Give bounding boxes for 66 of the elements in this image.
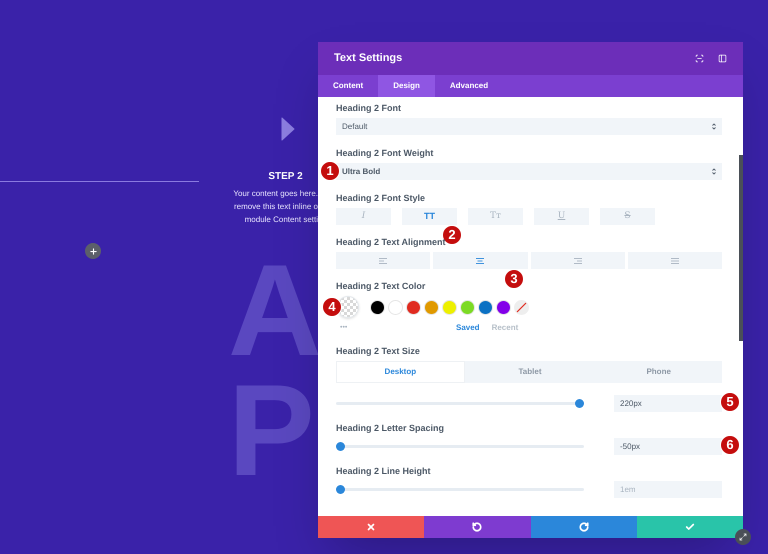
font-style-button[interactable]: I	[336, 208, 391, 225]
tab[interactable]: Content	[318, 75, 378, 97]
no-color-swatch[interactable]	[514, 300, 529, 314]
field-label: Heading 2 Font Style	[336, 193, 426, 204]
body-text-line: module Content setti	[244, 214, 318, 226]
redo-icon	[578, 522, 589, 532]
font-style-button[interactable]: U	[534, 208, 589, 225]
color-swatch[interactable]	[442, 300, 457, 314]
device-tab[interactable]: Phone	[595, 361, 722, 383]
field-label: Heading 2 Font	[336, 103, 402, 114]
field-label: Heading 2 Font Weight	[336, 148, 434, 159]
play-arrow-icon	[281, 117, 295, 141]
annotation-badge: 6	[720, 435, 740, 455]
updown-chevron-icon	[712, 123, 716, 130]
color-swatch[interactable]	[460, 300, 475, 314]
step-title: STEP 2	[268, 170, 303, 184]
color-swatch[interactable]	[388, 300, 403, 314]
save-button[interactable]	[636, 516, 743, 538]
font-style-button[interactable]: S	[600, 208, 655, 225]
undo-button[interactable]	[424, 516, 530, 538]
slider-thumb[interactable]	[336, 485, 345, 494]
color-swatch[interactable]	[496, 300, 511, 314]
value-field[interactable]: -50px	[614, 438, 722, 455]
value-field[interactable]: 1em	[614, 481, 722, 498]
color-swatch[interactable]	[478, 300, 493, 314]
slider-thumb[interactable]	[575, 399, 584, 408]
plus-icon	[88, 246, 98, 256]
add-button[interactable]	[85, 243, 101, 259]
body-text-line: remove this text inline o	[234, 201, 318, 213]
updown-chevron-icon	[712, 168, 716, 175]
device-tab[interactable]: Desktop	[336, 361, 465, 383]
color-swatch[interactable]	[406, 300, 421, 314]
font-style-button[interactable]: Tт	[468, 208, 523, 225]
body-text-line: Your content goes here.	[233, 188, 318, 200]
value-field[interactable]: 220px	[614, 395, 722, 412]
tab[interactable]: Advanced	[434, 75, 504, 97]
focus-icon[interactable]	[695, 54, 704, 63]
select-field[interactable]: Ultra Bold	[336, 163, 722, 180]
align-icon	[379, 258, 388, 264]
check-icon	[684, 522, 695, 532]
device-tab[interactable]: Tablet	[466, 361, 594, 383]
field-label: Heading 2 Line Height	[336, 466, 432, 477]
align-icon	[670, 258, 679, 264]
close-icon	[366, 522, 376, 532]
palette-tab[interactable]: Saved	[456, 322, 480, 334]
align-icon	[574, 258, 582, 264]
annotation-badge: 3	[504, 269, 524, 289]
annotation-badge: 1	[320, 161, 340, 181]
slider-thumb[interactable]	[336, 442, 345, 451]
font-style-button[interactable]: TT	[402, 208, 457, 225]
annotation-badge: 4	[322, 297, 342, 317]
tab[interactable]: Design	[378, 75, 435, 97]
field-label: Heading 2 Text Color	[336, 281, 426, 292]
modal-title: Text Settings	[334, 51, 402, 66]
field-label: Heading 2 Text Size	[336, 346, 421, 357]
align-icon	[476, 258, 484, 264]
field-label: Heading 2 Letter Spacing	[336, 423, 446, 434]
field-label: Heading 2 Text Alignment	[336, 237, 447, 248]
annotation-badge: 5	[720, 392, 740, 412]
select-field[interactable]: Default	[336, 118, 722, 135]
color-swatch[interactable]	[424, 300, 439, 314]
resize-icon	[739, 533, 747, 541]
sidebar-icon[interactable]	[718, 54, 727, 63]
color-swatch[interactable]	[370, 300, 385, 314]
undo-icon	[472, 522, 482, 532]
resize-handle[interactable]	[735, 529, 751, 545]
